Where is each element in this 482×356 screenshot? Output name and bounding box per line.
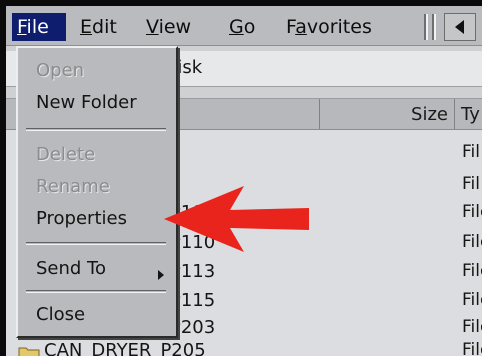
file-type: Fil (462, 142, 480, 162)
menu-item-send-to[interactable]: Send To (36, 258, 106, 279)
file-name: CAN_DRYER_P205 (44, 340, 206, 356)
list-item[interactable]: CAN_DRYER_P205 File (6, 340, 482, 356)
menu-file[interactable]: File (12, 13, 66, 41)
file-type: File (462, 340, 482, 356)
menu-item-rename[interactable]: Rename (36, 176, 110, 197)
file-type: File (462, 261, 482, 281)
menu-view-label: iew (158, 16, 192, 38)
file-type: File (462, 290, 482, 310)
menu-item-properties[interactable]: Properties (36, 208, 127, 229)
menu-separator (26, 128, 166, 131)
menu-go-label: o (243, 16, 256, 38)
screen: File Edit View Go Favorites disk Size Ty… (6, 6, 482, 356)
menu-item-open[interactable]: Open (36, 60, 84, 81)
menu-favorites-label-end: vorites (306, 16, 372, 38)
file-menu-dropdown: Open New Folder Delete Rename Properties… (16, 46, 178, 338)
column-header-type[interactable]: Ty (455, 99, 482, 129)
menu-separator (26, 290, 166, 293)
menu-file-label: ile (26, 16, 49, 38)
menu-item-new-folder[interactable]: New Folder (36, 92, 137, 113)
menu-favorites[interactable]: Favorites (286, 13, 372, 41)
menu-edit-mnemonic: E (80, 16, 93, 38)
menu-go[interactable]: Go (229, 13, 255, 41)
menu-item-close[interactable]: Close (36, 304, 85, 325)
menu-bar: File Edit View Go Favorites (6, 6, 482, 46)
menu-favorites-label-start: F (286, 16, 296, 38)
column-header-size-label: Size (411, 104, 448, 125)
menu-file-mnemonic: F (17, 16, 27, 38)
annotation-arrow-icon (164, 186, 309, 252)
menu-item-delete[interactable]: Delete (36, 144, 95, 165)
column-header-size[interactable]: Size (320, 99, 455, 129)
menu-go-mnemonic: G (229, 16, 244, 38)
column-header-type-label: Ty (461, 104, 480, 125)
menu-edit[interactable]: Edit (80, 13, 117, 41)
folder-icon (18, 347, 40, 356)
file-type: Fil (462, 174, 480, 194)
file-type: File (462, 232, 482, 252)
back-arrow-icon (455, 20, 464, 34)
back-button[interactable] (444, 13, 476, 41)
menu-edit-label: dit (92, 16, 117, 38)
toolbar-separator (432, 14, 436, 40)
menu-view[interactable]: View (146, 13, 191, 41)
menu-view-mnemonic: V (146, 16, 159, 38)
file-type: File (462, 202, 482, 222)
menu-favorites-mnemonic: a (295, 16, 307, 38)
file-type: File (462, 317, 482, 337)
submenu-arrow-icon (158, 270, 164, 280)
menu-separator (26, 242, 166, 245)
toolbar-separator (424, 14, 428, 40)
